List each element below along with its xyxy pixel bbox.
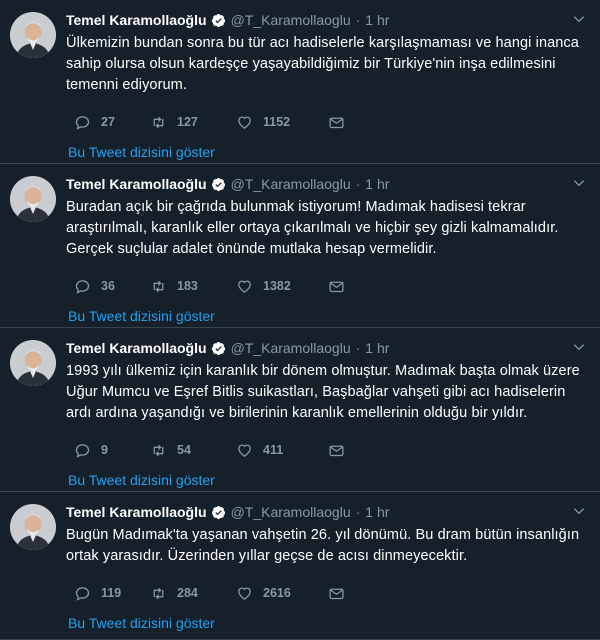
verified-badge-icon [211,13,225,27]
avatar[interactable] [10,12,56,58]
tweet[interactable]: Temel Karamollaoğlu @T_Karamollaoglu · 1… [0,492,600,640]
reply-button[interactable]: 27 [74,114,150,131]
like-count: 1382 [263,279,291,293]
timestamp[interactable]: 1 hr [365,340,389,356]
tweet-actions: 119 284 2616 [66,583,586,603]
retweet-icon [153,116,164,128]
chevron-down-icon[interactable] [572,504,586,518]
heart-icon [238,116,251,129]
dm-button[interactable] [328,442,355,459]
like-count: 1152 [263,115,291,129]
dm-button[interactable] [328,585,355,602]
show-thread-link[interactable]: Bu Tweet dizisini göster [68,615,586,631]
tweet-actions: 9 54 411 [66,440,586,460]
author-name[interactable]: Temel Karamollaoğlu [66,340,207,356]
chevron-down-icon[interactable] [572,176,586,190]
retweet-count: 54 [177,443,191,457]
reply-icon [75,279,90,294]
tweet-header: Temel Karamollaoğlu @T_Karamollaoglu · 1… [66,338,586,358]
reply-button[interactable]: 119 [74,585,150,602]
retweet-icon [153,280,164,292]
like-button[interactable]: 1382 [236,278,328,295]
avatar[interactable] [10,504,56,550]
reply-button[interactable]: 36 [74,278,150,295]
reply-icon [75,443,90,458]
verified-badge-icon [211,341,225,355]
envelope-icon [329,281,344,292]
timestamp[interactable]: 1 hr [365,12,389,28]
author-handle[interactable]: @T_Karamollaoglu [231,176,351,192]
retweet-button[interactable]: 183 [150,278,236,295]
author-name[interactable]: Temel Karamollaoğlu [66,12,207,28]
like-button[interactable]: 2616 [236,585,328,602]
tweet-actions: 36 183 1382 [66,276,586,296]
like-count: 2616 [263,586,291,600]
like-button[interactable]: 1152 [236,114,328,131]
reply-icon [75,115,90,130]
dm-button[interactable] [328,114,355,131]
like-count: 411 [263,443,284,457]
separator-dot: · [355,176,361,192]
avatar[interactable] [10,176,56,222]
timeline: Temel Karamollaoğlu @T_Karamollaoglu · 1… [0,0,600,640]
author-name[interactable]: Temel Karamollaoğlu [66,176,207,192]
retweet-count: 127 [177,115,198,129]
tweet-header: Temel Karamollaoğlu @T_Karamollaoglu · 1… [66,174,586,194]
tweet-header: Temel Karamollaoğlu @T_Karamollaoglu · 1… [66,502,586,522]
author-handle[interactable]: @T_Karamollaoglu [231,340,351,356]
show-thread-link[interactable]: Bu Tweet dizisini göster [68,472,586,488]
envelope-icon [329,117,344,128]
like-button[interactable]: 411 [236,442,328,459]
separator-dot: · [355,12,361,28]
retweet-count: 183 [177,279,198,293]
reply-button[interactable]: 9 [74,442,150,459]
tweet-text: 1993 yılı ülkemiz için karanlık bir döne… [66,363,580,421]
show-thread-link[interactable]: Bu Tweet dizisini göster [68,308,586,324]
tweet-actions: 27 127 1152 [66,112,586,132]
retweet-icon [153,587,164,599]
reply-count: 119 [101,586,122,600]
timestamp[interactable]: 1 hr [365,504,389,520]
retweet-count: 284 [177,586,198,600]
tweet[interactable]: Temel Karamollaoğlu @T_Karamollaoglu · 1… [0,0,600,164]
heart-icon [238,587,251,600]
tweet-text: Bugün Madımak'ta yaşanan vahşetin 26. yı… [66,527,580,564]
verified-badge-icon [211,177,225,191]
heart-icon [238,280,251,293]
avatar[interactable] [10,340,56,386]
reply-count: 36 [101,279,115,293]
retweet-button[interactable]: 284 [150,585,236,602]
tweet[interactable]: Temel Karamollaoğlu @T_Karamollaoglu · 1… [0,164,600,328]
retweet-button[interactable]: 54 [150,442,236,459]
tweet-text: Buradan açık bir çağrıda bulunmak istiyo… [66,199,559,257]
separator-dot: · [355,340,361,356]
reply-count: 9 [101,443,108,457]
dm-button[interactable] [328,278,355,295]
timestamp[interactable]: 1 hr [365,176,389,192]
retweet-icon [153,444,164,456]
retweet-button[interactable]: 127 [150,114,236,131]
reply-count: 27 [101,115,115,129]
reply-icon [75,586,90,601]
tweet[interactable]: Temel Karamollaoğlu @T_Karamollaoglu · 1… [0,328,600,492]
envelope-icon [329,588,344,599]
chevron-down-icon[interactable] [572,12,586,26]
author-handle[interactable]: @T_Karamollaoglu [231,504,351,520]
author-handle[interactable]: @T_Karamollaoglu [231,12,351,28]
tweet-header: Temel Karamollaoğlu @T_Karamollaoglu · 1… [66,10,586,30]
verified-badge-icon [211,505,225,519]
separator-dot: · [355,504,361,520]
heart-icon [238,444,251,457]
envelope-icon [329,445,344,456]
author-name[interactable]: Temel Karamollaoğlu [66,504,207,520]
tweet-text: Ülkemizin bundan sonra bu tür acı hadise… [66,35,579,93]
chevron-down-icon[interactable] [572,340,586,354]
show-thread-link[interactable]: Bu Tweet dizisini göster [68,144,586,160]
